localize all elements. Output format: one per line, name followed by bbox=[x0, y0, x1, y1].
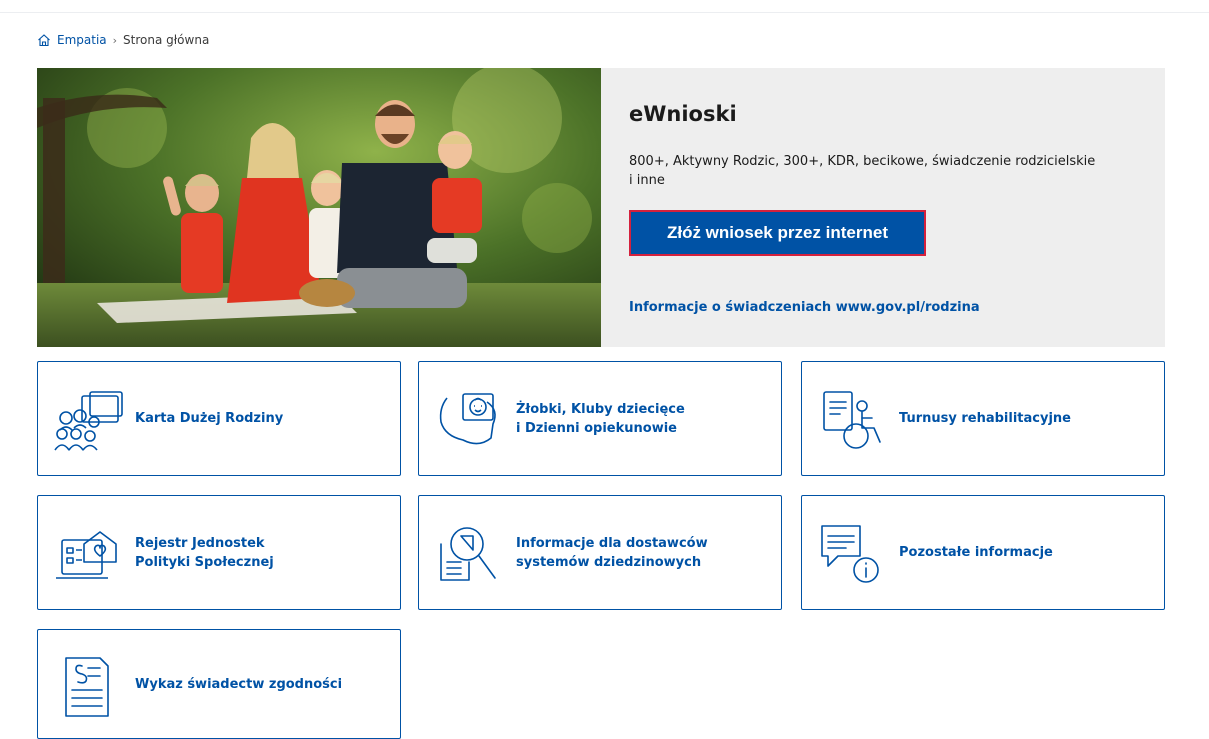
family-picnic-photo bbox=[37, 68, 601, 347]
tile-label-line1: Żłobki, Kluby dziecięce bbox=[516, 401, 685, 417]
tile-label: Rejestr Jednostek Polityki Społecznej bbox=[135, 496, 388, 609]
apply-online-button[interactable]: Złóż wniosek przez internet bbox=[629, 210, 926, 256]
tile-pozostale-informacje[interactable]: Pozostałe informacje bbox=[801, 495, 1165, 610]
nursery-map-icon bbox=[439, 393, 496, 445]
certificate-paragraph-icon bbox=[65, 657, 109, 717]
tile-turnusy-rehabilitacyjne[interactable]: Turnusy rehabilitacyjne bbox=[801, 361, 1165, 476]
tile-label: Wykaz świadectw zgodności bbox=[135, 630, 388, 738]
tile-informacje-dostawcow[interactable]: Informacje dla dostawców systemów dziedz… bbox=[418, 495, 782, 610]
ewnioski-description: 800+, Aktywny Rodzic, 300+, KDR, becikow… bbox=[629, 154, 1096, 188]
tile-rejestr-jednostek[interactable]: Rejestr Jednostek Polityki Społecznej bbox=[37, 495, 401, 610]
tile-label-line2: i Dzienni opiekunowie bbox=[516, 420, 677, 436]
hero-photo bbox=[37, 68, 601, 347]
tile-label-line1: Rejestr Jednostek bbox=[135, 535, 265, 551]
rehab-wheelchair-icon bbox=[823, 391, 881, 449]
tile-zlobki-kluby[interactable]: Żłobki, Kluby dziecięce i Dzienni opieku… bbox=[418, 361, 782, 476]
document-search-icon bbox=[440, 527, 496, 581]
tile-label-line1: Wykaz świadectw zgodności bbox=[135, 676, 343, 692]
tile-wykaz-swiadectw[interactable]: Wykaz świadectw zgodności bbox=[37, 629, 401, 739]
tile-label-line1: Pozostałe informacje bbox=[899, 545, 1053, 560]
tile-label: Informacje dla dostawców systemów dziedz… bbox=[516, 496, 769, 609]
ewnioski-title: eWnioski bbox=[629, 102, 737, 126]
breadcrumb: Empatia › Strona główna bbox=[37, 32, 209, 48]
tile-label-line2: Polityki Społecznej bbox=[135, 554, 274, 570]
tile-label: Pozostałe informacje bbox=[899, 496, 1152, 609]
tile-label: Żłobki, Kluby dziecięce i Dzienni opieku… bbox=[516, 362, 769, 475]
social-registry-icon bbox=[56, 531, 117, 579]
tile-label: Karta Dużej Rodziny bbox=[135, 362, 388, 475]
info-message-icon bbox=[821, 525, 879, 583]
breadcrumb-root-link[interactable]: Empatia bbox=[57, 33, 107, 47]
family-card-icon bbox=[54, 391, 123, 451]
tile-label-line1: Karta Dużej Rodziny bbox=[135, 411, 284, 426]
home-icon[interactable] bbox=[37, 33, 51, 47]
tile-karta-duzej-rodziny[interactable]: Karta Dużej Rodziny bbox=[37, 361, 401, 476]
breadcrumb-separator: › bbox=[112, 33, 118, 47]
benefits-info-link[interactable]: Informacje o świadczeniach www.gov.pl/ro… bbox=[629, 300, 980, 315]
ewnioski-panel: eWnioski 800+, Aktywny Rodzic, 300+, KDR… bbox=[601, 68, 1165, 347]
tile-label: Turnusy rehabilitacyjne bbox=[899, 362, 1152, 475]
tile-label-line2: systemów dziedzinowych bbox=[516, 554, 702, 570]
breadcrumb-current: Strona główna bbox=[123, 33, 210, 47]
tile-label-line1: Turnusy rehabilitacyjne bbox=[899, 411, 1071, 426]
tile-label-line1: Informacje dla dostawców bbox=[516, 535, 708, 551]
top-divider bbox=[0, 12, 1209, 13]
